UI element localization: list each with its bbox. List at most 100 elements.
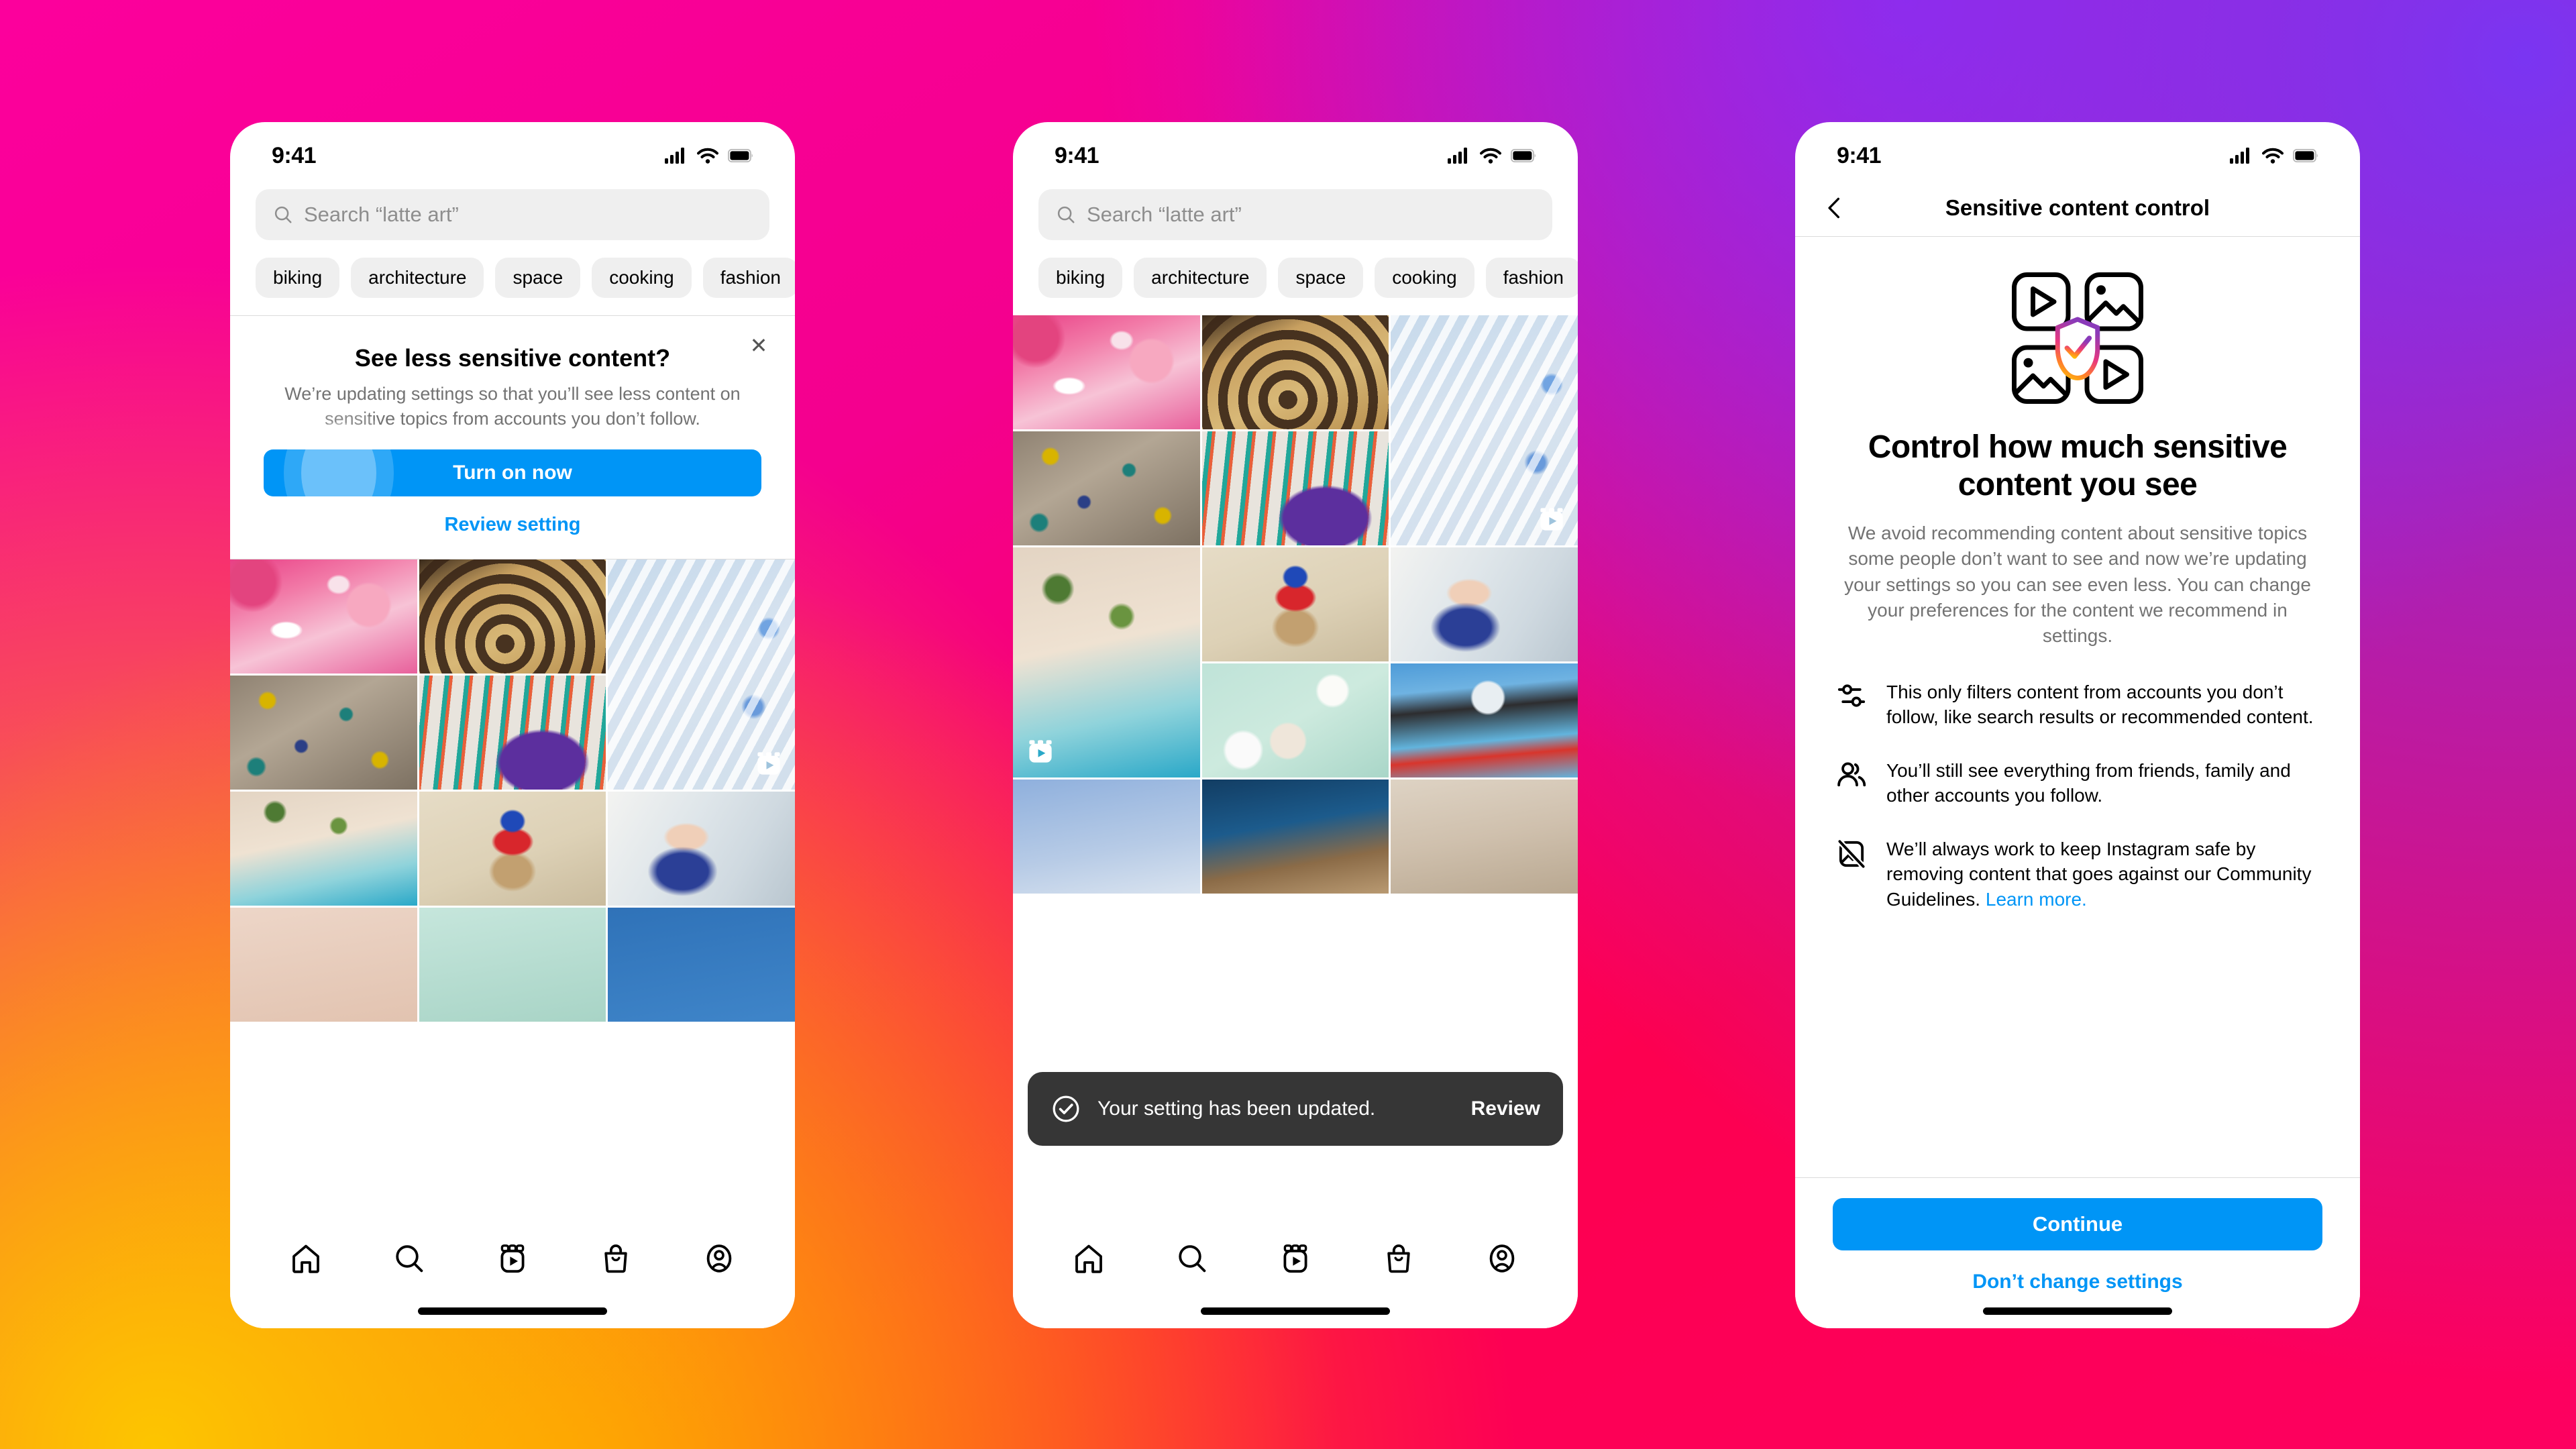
grid-photo-reel[interactable] <box>1013 547 1200 777</box>
sensitive-content-heading: Control how much sensitive content you s… <box>1868 429 2288 502</box>
search-section: Search “latte art” <box>1013 180 1578 240</box>
profile-icon[interactable] <box>703 1242 735 1275</box>
grid-photo[interactable] <box>1201 431 1389 545</box>
close-icon[interactable]: ✕ <box>745 332 772 359</box>
grid-photo[interactable] <box>419 676 606 790</box>
chip-fashion[interactable]: fashion <box>1485 258 1578 298</box>
chip-cooking[interactable]: cooking <box>1375 258 1474 298</box>
chip-architecture[interactable]: architecture <box>1134 258 1267 298</box>
grid-photo[interactable] <box>1201 315 1389 429</box>
action-footer: Continue Don’t change settings <box>1795 1177 2360 1293</box>
reels-icon <box>1029 740 1052 763</box>
list-item-text-body: We’ll always work to keep Instagram safe… <box>1886 838 2312 910</box>
status-bar-clock: 9:41 <box>1837 142 1882 168</box>
chip-space[interactable]: space <box>1278 258 1364 298</box>
grid-photo[interactable] <box>230 908 417 1022</box>
toast-notification: Your setting has been updated. Review <box>1028 1072 1563 1146</box>
chip-space[interactable]: space <box>495 258 581 298</box>
grid-photo[interactable] <box>1391 663 1578 777</box>
home-indicator <box>1013 1293 1578 1328</box>
status-bar-clock: 9:41 <box>272 142 317 168</box>
explore-photo-grid <box>230 559 795 1224</box>
search-input[interactable]: Search “latte art” <box>256 189 769 240</box>
toast-message: Your setting has been updated. <box>1097 1097 1376 1120</box>
learn-more-link[interactable]: Learn more. <box>1986 889 2087 910</box>
grid-photo[interactable] <box>1013 315 1200 429</box>
phone-mockup-1: 9:41 Search “latte art” biking architect… <box>230 122 795 1328</box>
search-input[interactable]: Search “latte art” <box>1038 189 1552 240</box>
grid-photo[interactable] <box>1201 780 1389 894</box>
search-icon <box>1057 206 1075 223</box>
chevron-left-icon[interactable] <box>1822 195 1847 221</box>
reels-icon[interactable] <box>496 1242 529 1275</box>
grid-photo[interactable] <box>230 559 417 674</box>
status-bar-icons <box>2230 148 2318 164</box>
chip-cooking[interactable]: cooking <box>592 258 692 298</box>
grid-photo[interactable] <box>608 908 795 1022</box>
sensitive-content-banner: ✕ See less sensitive content? We’re upda… <box>230 316 795 559</box>
page-title: Sensitive content control <box>1945 195 2210 220</box>
list-item: We’ll always work to keep Instagram safe… <box>1837 837 2318 912</box>
wifi-icon <box>697 148 718 164</box>
category-chip-row[interactable]: biking architecture space cooking fashio… <box>230 240 795 315</box>
grid-photo[interactable] <box>419 792 606 906</box>
grid-photo[interactable] <box>1201 547 1389 661</box>
shop-icon[interactable] <box>600 1242 632 1275</box>
grid-photo[interactable] <box>1013 780 1200 894</box>
shop-icon[interactable] <box>1383 1242 1415 1275</box>
nav-bar: Sensitive content control <box>1795 180 2360 236</box>
chip-biking[interactable]: biking <box>1038 258 1123 298</box>
hero-illustration <box>1837 237 2318 429</box>
chip-fashion[interactable]: fashion <box>702 258 795 298</box>
banner-title: See less sensitive content? <box>354 344 671 372</box>
status-bar-clock: 9:41 <box>1055 142 1099 168</box>
grid-photo[interactable] <box>1013 431 1200 545</box>
search-placeholder: Search “latte art” <box>1087 203 1242 226</box>
wifi-icon <box>2262 148 2284 164</box>
status-bar: 9:41 <box>1795 122 2360 180</box>
image-off-icon <box>1837 837 1868 872</box>
bottom-tab-bar <box>1013 1224 1578 1293</box>
toast-review-action[interactable]: Review <box>1471 1097 1540 1120</box>
grid-photo[interactable] <box>419 908 606 1022</box>
continue-button[interactable]: Continue <box>1833 1198 2322 1250</box>
status-bar: 9:41 <box>1013 122 1578 180</box>
search-icon[interactable] <box>1176 1242 1208 1275</box>
grid-photo[interactable] <box>1391 780 1578 894</box>
chip-architecture[interactable]: architecture <box>351 258 484 298</box>
search-icon[interactable] <box>393 1242 425 1275</box>
grid-photo[interactable] <box>230 792 417 906</box>
status-bar-icons <box>1448 148 1536 164</box>
cellular-signal-icon <box>2230 148 2249 164</box>
chip-biking[interactable]: biking <box>256 258 340 298</box>
sensitive-content-control-body: Control how much sensitive content you s… <box>1795 237 2360 1177</box>
grid-photo[interactable] <box>1391 547 1578 661</box>
sensitive-content-paragraph: We avoid recommending content about sens… <box>1844 523 2311 646</box>
grid-photo[interactable] <box>419 559 606 674</box>
list-item: This only filters content from accounts … <box>1837 680 2318 730</box>
grid-photo[interactable] <box>608 792 795 906</box>
list-item: You’ll still see everything from friends… <box>1837 758 2318 808</box>
search-section: Search “latte art” <box>230 180 795 240</box>
grid-photo-reel[interactable] <box>1391 315 1578 545</box>
reels-icon[interactable] <box>1279 1242 1311 1275</box>
phone-mockup-2: 9:41 Search “latte art” biking architect… <box>1013 122 1578 1328</box>
home-icon[interactable] <box>290 1242 322 1275</box>
status-bar: 9:41 <box>230 122 795 180</box>
search-icon <box>274 206 292 223</box>
grid-photo-reel[interactable] <box>608 559 795 790</box>
people-icon <box>1837 758 1868 791</box>
cellular-signal-icon <box>1448 148 1467 164</box>
info-bullet-list: This only filters content from accounts … <box>1837 680 2318 912</box>
grid-photo[interactable] <box>1201 663 1389 777</box>
category-chip-row[interactable]: biking architecture space cooking fashio… <box>1013 240 1578 315</box>
phone-mockup-3: 9:41 Sensitive content control Control h… <box>1795 122 2360 1328</box>
profile-icon[interactable] <box>1486 1242 1518 1275</box>
home-icon[interactable] <box>1073 1242 1105 1275</box>
turn-on-now-button[interactable]: Turn on now <box>264 422 761 525</box>
list-item-text: You’ll still see everything from friends… <box>1886 759 2291 806</box>
grid-photo[interactable] <box>230 676 417 790</box>
tap-ripple-indicator <box>301 422 376 525</box>
dont-change-settings-button[interactable]: Don’t change settings <box>1833 1271 2322 1293</box>
explore-photo-grid: Your setting has been updated. Review <box>1013 315 1578 1224</box>
